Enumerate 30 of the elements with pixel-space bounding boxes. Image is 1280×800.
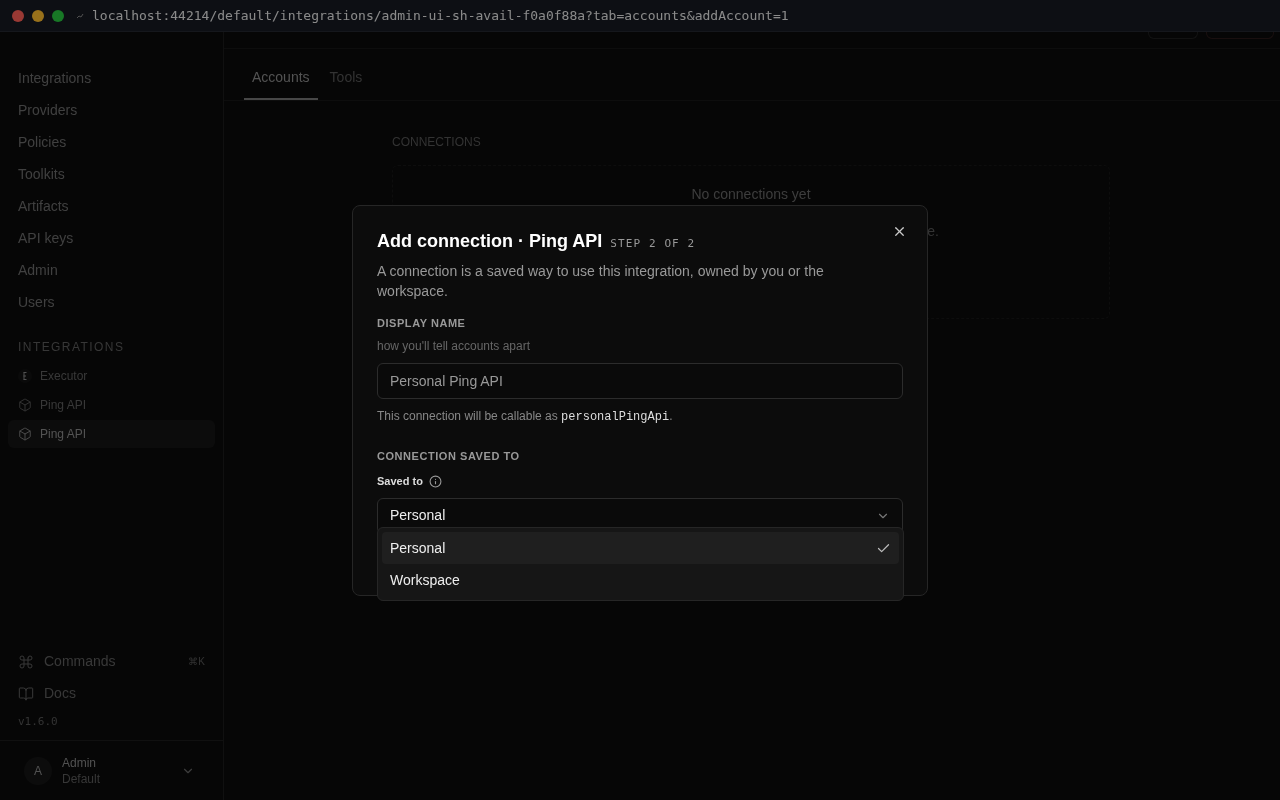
url-text: localhost:44214/default/integrations/admin-ui-sh-avail-f0a0f88a?tab=accounts&addAccount=1 <box>92 6 789 25</box>
dropdown-option[interactable]: Personal <box>382 532 899 564</box>
callable-note: This connection will be callable as personalPingApi. <box>377 407 674 426</box>
sidebar-link[interactable]: Admin <box>18 254 205 286</box>
user-name: Admin <box>62 754 97 771</box>
info-icon[interactable] <box>428 474 442 488</box>
avatar: A <box>24 756 52 785</box>
sidebar-link[interactable]: Policies <box>18 126 205 158</box>
field-hint: how you'll tell accounts apart <box>377 337 532 355</box>
cube-icon <box>18 398 32 412</box>
field-label: CONNECTION SAVED TO <box>377 448 521 464</box>
sidebar-link[interactable]: API keys <box>18 222 205 254</box>
cube-icon <box>18 427 32 441</box>
close-icon <box>892 224 907 239</box>
integration-item[interactable]: Ping API <box>8 420 215 448</box>
step-indicator: STEP 2 OF 2 <box>610 236 696 252</box>
sidebar-link[interactable]: Integrations <box>18 62 205 94</box>
dropdown-option[interactable]: Workspace <box>382 564 899 596</box>
field-label: Saved to <box>377 474 423 489</box>
tab[interactable]: Accounts <box>244 57 318 100</box>
sidebar-link[interactable]: Toolkits <box>18 158 205 190</box>
command-icon <box>18 653 34 670</box>
dialog-title: Add connection · Ping API <box>377 230 603 253</box>
sidebar-link[interactable]: Artifacts <box>18 190 205 222</box>
sidebar-link[interactable]: Providers <box>18 94 205 126</box>
field-label: DISPLAY NAME <box>377 316 467 331</box>
book-icon <box>18 685 34 702</box>
dialog-description: A connection is a saved way to use this integration, owned by you or the workspace. <box>377 262 825 301</box>
display-name-field[interactable]: Personal Ping API <box>377 362 903 399</box>
sidebar-link[interactable]: Users <box>18 286 205 318</box>
